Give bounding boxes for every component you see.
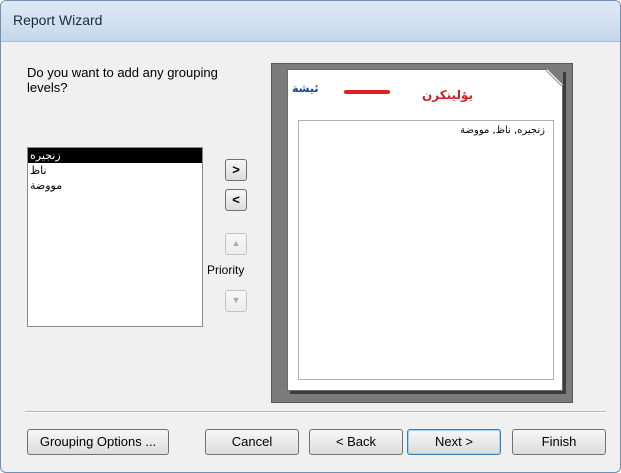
page-fold-edge [546, 70, 562, 86]
field-item[interactable]: مووضة [28, 178, 202, 193]
preview-header-line [344, 90, 390, 94]
next-button[interactable]: Next > [407, 429, 501, 455]
preview-page: ئيشة يؤلينكرن زنجيره, ناظ, مووضة [287, 69, 563, 391]
report-wizard-window: Report Wizard Do you want to add any gro… [0, 0, 621, 473]
field-item[interactable]: ناظ [28, 163, 202, 178]
preview-header-fields: يؤلينكرن [422, 88, 474, 102]
add-grouping-button[interactable]: > [225, 159, 247, 181]
remove-grouping-button[interactable]: < [225, 189, 247, 211]
back-button[interactable]: < Back [309, 429, 403, 455]
priority-up-icon[interactable]: ▲ [225, 233, 247, 255]
window-title: Report Wizard [13, 12, 103, 28]
preview-detail-area: زنجيره, ناظ, مووضة [298, 120, 554, 380]
title-bar[interactable]: Report Wizard [1, 1, 620, 42]
field-item[interactable]: زنجيره [28, 148, 202, 163]
footer-separator [25, 411, 606, 413]
finish-button[interactable]: Finish [512, 429, 606, 455]
grouping-options-button[interactable]: Grouping Options ... [27, 429, 169, 455]
cancel-button[interactable]: Cancel [205, 429, 299, 455]
grouping-prompt: Do you want to add any grouping levels? [27, 65, 218, 95]
preview-group-header: ئيشة [292, 82, 319, 95]
available-fields-list[interactable]: زنجيره ناظ مووضة [27, 147, 203, 327]
preview-detail-fields: زنجيره, ناظ, مووضة [460, 125, 545, 136]
priority-down-icon[interactable]: ▼ [225, 290, 247, 312]
priority-label: Priority [207, 263, 245, 277]
